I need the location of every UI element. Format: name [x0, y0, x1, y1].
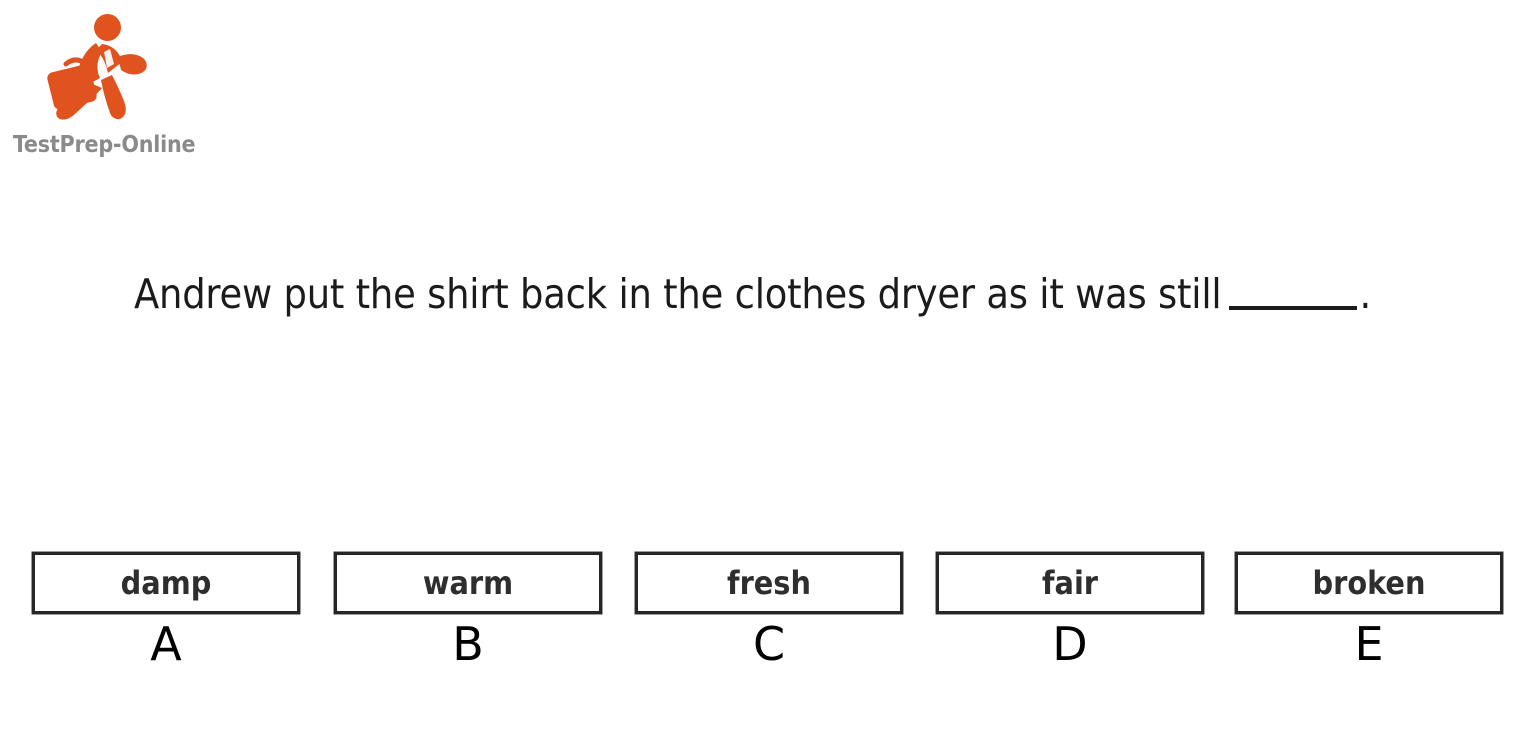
answer-option-c-letter: C — [752, 617, 786, 671]
answer-option-b-label: warm — [422, 564, 514, 602]
answer-option-c-label: fresh — [727, 564, 811, 602]
answer-option-a-box[interactable]: damp — [32, 552, 300, 614]
answer-option-a-label: damp — [120, 564, 212, 602]
answer-option-d-label: fair — [1042, 564, 1098, 602]
question-text-before-blank: Andrew put the shirt back in the clothes… — [134, 270, 1222, 318]
question-blank-underline — [1229, 280, 1358, 310]
answer-option-e-letter: E — [1354, 617, 1384, 671]
brand-logo: TestPrep-Online — [8, 8, 198, 158]
running-businessman-with-briefcase-icon — [44, 12, 154, 124]
answer-options: damp A warm B fresh C fair D broken E — [0, 552, 1530, 682]
answer-option-c-box[interactable]: fresh — [635, 552, 903, 614]
answer-option-e-label: broken — [1312, 564, 1426, 602]
answer-option-d-box[interactable]: fair — [936, 552, 1204, 614]
answer-option-a-letter: A — [150, 617, 182, 671]
question-text-after-blank: . — [1359, 270, 1371, 318]
answer-option-b-letter: B — [452, 617, 484, 671]
answer-option-a[interactable]: damp A — [32, 552, 300, 682]
answer-option-d-letter: D — [1052, 617, 1088, 671]
answer-option-b-box[interactable]: warm — [334, 552, 602, 614]
answer-option-e-box[interactable]: broken — [1235, 552, 1503, 614]
answer-option-b[interactable]: warm B — [334, 552, 602, 682]
answer-option-c[interactable]: fresh C — [635, 552, 903, 682]
answer-option-e[interactable]: broken E — [1235, 552, 1503, 682]
question-sentence: Andrew put the shirt back in the clothes… — [134, 270, 1454, 318]
brand-wordmark: TestPrep-Online — [13, 132, 196, 158]
answer-option-d[interactable]: fair D — [936, 552, 1204, 682]
